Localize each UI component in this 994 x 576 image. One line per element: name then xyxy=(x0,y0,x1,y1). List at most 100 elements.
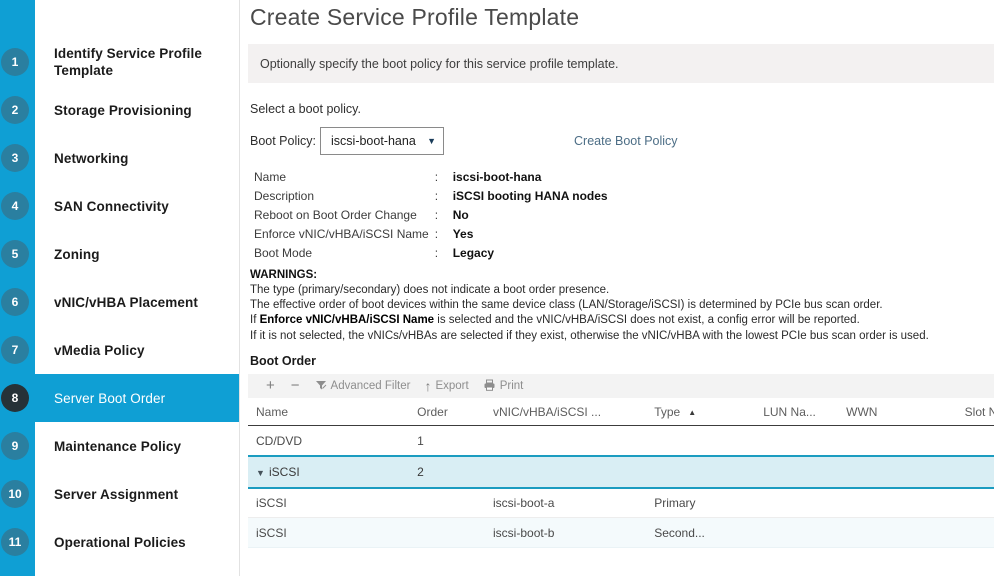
column-header-label: WWN xyxy=(846,405,877,419)
property-key: Boot Mode xyxy=(254,244,435,263)
boot-policy-row: Boot Policy: iscsi-boot-hana ▼ Create Bo… xyxy=(250,127,994,155)
property-separator: : xyxy=(435,206,449,225)
warning-line-2: The effective order of boot devices with… xyxy=(250,298,994,313)
print-button[interactable]: Print xyxy=(476,374,531,398)
info-banner-text: Optionally specify the boot policy for t… xyxy=(260,57,619,71)
step-number-badge: 3 xyxy=(1,144,29,172)
plus-icon: + xyxy=(266,378,275,393)
select-policy-instruction: Select a boot policy. xyxy=(250,102,994,116)
cell-lun xyxy=(755,518,838,548)
export-icon: ↑ xyxy=(424,379,431,393)
step-number-badge: 5 xyxy=(1,240,29,268)
column-header-label: vNIC/vHBA/iSCSI ... xyxy=(493,405,601,419)
column-header[interactable]: WWN xyxy=(838,398,957,426)
step-number-badge: 7 xyxy=(1,336,29,364)
sidebar-item-identify-service-profile-template[interactable]: 1 Identify Service Profile Template xyxy=(0,38,240,86)
property-value: iSCSI booting HANA nodes xyxy=(449,187,608,206)
sidebar-item-label: SAN Connectivity xyxy=(54,198,169,215)
warning-line-1: The type (primary/secondary) does not in… xyxy=(250,283,994,298)
cell-order: 1 xyxy=(409,426,485,456)
boot-order-title: Boot Order xyxy=(250,354,994,368)
sidebar-item-server-assignment[interactable]: 10Server Assignment xyxy=(0,470,240,518)
column-header[interactable]: LUN Na... xyxy=(755,398,838,426)
table-row[interactable]: CD/DVD1 xyxy=(248,426,994,456)
create-boot-policy-link[interactable]: Create Boot Policy xyxy=(574,134,678,148)
print-label: Print xyxy=(500,380,524,392)
column-header-label: Name xyxy=(256,405,288,419)
table-row[interactable]: iSCSI iscsi-boot-aPrimary xyxy=(248,488,994,518)
sidebar-item-label: Identify Service Profile Template xyxy=(54,45,234,79)
cell-lun xyxy=(755,488,838,518)
sidebar-item-vnic-vhba-placement[interactable]: 6vNIC/vHBA Placement xyxy=(0,278,240,326)
property-row: Enforce vNIC/vHBA/iSCSI Name:Yes xyxy=(254,225,608,244)
warning-line-3-pre: If xyxy=(250,314,260,326)
column-header[interactable]: vNIC/vHBA/iSCSI ... xyxy=(485,398,646,426)
wizard-step-list: 1 Identify Service Profile Template 2Stora… xyxy=(0,0,240,566)
sidebar-item-label: Server Boot Order xyxy=(54,390,165,407)
cell-wwn xyxy=(838,426,957,456)
cell-slot xyxy=(957,456,994,488)
column-header[interactable]: Slot Nu... xyxy=(957,398,994,426)
sidebar-item-maintenance-policy[interactable]: 9Maintenance Policy xyxy=(0,422,240,470)
cell-order: 2 xyxy=(409,456,485,488)
add-boot-entry-button[interactable]: + xyxy=(258,374,283,398)
filter-icon xyxy=(315,379,327,393)
step-number-badge: 1 xyxy=(1,48,29,76)
tree-expand-toggle-icon[interactable]: ▼ xyxy=(256,468,269,478)
sidebar-item-operational-policies[interactable]: 11Operational Policies xyxy=(0,518,240,566)
column-header-label: Slot Nu... xyxy=(965,405,994,419)
sidebar-item-label: Storage Provisioning xyxy=(54,102,192,119)
property-key: Name xyxy=(254,168,435,187)
cell-slot xyxy=(957,488,994,518)
cell-order xyxy=(409,518,485,548)
sidebar-item-label: Networking xyxy=(54,150,129,167)
step-number-badge: 11 xyxy=(1,528,29,556)
table-row[interactable]: ▼iSCSI2 xyxy=(248,456,994,488)
remove-boot-entry-button[interactable]: − xyxy=(283,374,308,398)
column-header-label: LUN Na... xyxy=(763,405,816,419)
table-row[interactable]: iSCSIiscsi-boot-bSecond... xyxy=(248,518,994,548)
sidebar-item-label: vMedia Policy xyxy=(54,342,145,359)
sidebar-item-storage-provisioning[interactable]: 2Storage Provisioning xyxy=(0,86,240,134)
step-number-badge: 4 xyxy=(1,192,29,220)
sidebar-item-server-boot-order[interactable]: 8Server Boot Order xyxy=(0,374,240,422)
property-separator: : xyxy=(435,244,449,263)
sidebar-item-networking[interactable]: 3 Networking xyxy=(0,134,240,182)
property-separator: : xyxy=(435,168,449,187)
property-key: Reboot on Boot Order Change xyxy=(254,206,435,225)
sidebar-item-san-connectivity[interactable]: 4 SAN Connectivity xyxy=(0,182,240,230)
step-number-badge: 10 xyxy=(1,480,29,508)
step-number-badge: 6 xyxy=(1,288,29,316)
export-button[interactable]: ↑ Export xyxy=(417,374,475,398)
warning-line-3-post: is selected and the vNIC/vHBA/iSCSI does… xyxy=(434,314,860,326)
sidebar-item-zoning[interactable]: 5Zoning xyxy=(0,230,240,278)
column-header-label: Type xyxy=(654,405,680,419)
cell-lun xyxy=(755,426,838,456)
advanced-filter-button[interactable]: Advanced Filter xyxy=(308,374,418,398)
cell-wwn xyxy=(838,488,957,518)
advanced-filter-label: Advanced Filter xyxy=(331,380,411,392)
table-header-row: Name Order vNIC/vHBA/iSCSI ... Type▲ LUN Na.… xyxy=(248,398,994,426)
column-header[interactable]: Type▲ xyxy=(646,398,755,426)
cell-vnic xyxy=(485,426,646,456)
boot-policy-select[interactable]: iscsi-boot-hana ▼ xyxy=(320,127,444,155)
cell-vnic: iscsi-boot-a xyxy=(485,488,646,518)
cell-order xyxy=(409,488,485,518)
cell-type: Primary xyxy=(646,488,755,518)
minus-icon: − xyxy=(291,378,300,393)
cell-wwn xyxy=(838,518,957,548)
property-row: Name:iscsi-boot-hana xyxy=(254,168,608,187)
boot-policy-label: Boot Policy: xyxy=(250,134,316,148)
cell-name-label: iSCSI xyxy=(256,526,287,540)
column-header[interactable]: Name xyxy=(248,398,409,426)
cell-slot xyxy=(957,426,994,456)
info-banner: Optionally specify the boot policy for t… xyxy=(248,44,994,83)
main-content: Create Service Profile Template Optional… xyxy=(240,0,994,576)
property-value: Legacy xyxy=(449,244,608,263)
printer-icon xyxy=(483,379,496,393)
property-value: No xyxy=(449,206,608,225)
sidebar-item-vmedia-policy[interactable]: 7 vMedia Policy xyxy=(0,326,240,374)
property-separator: : xyxy=(435,187,449,206)
column-header[interactable]: Order xyxy=(409,398,485,426)
cell-name-label: iSCSI xyxy=(256,496,287,510)
